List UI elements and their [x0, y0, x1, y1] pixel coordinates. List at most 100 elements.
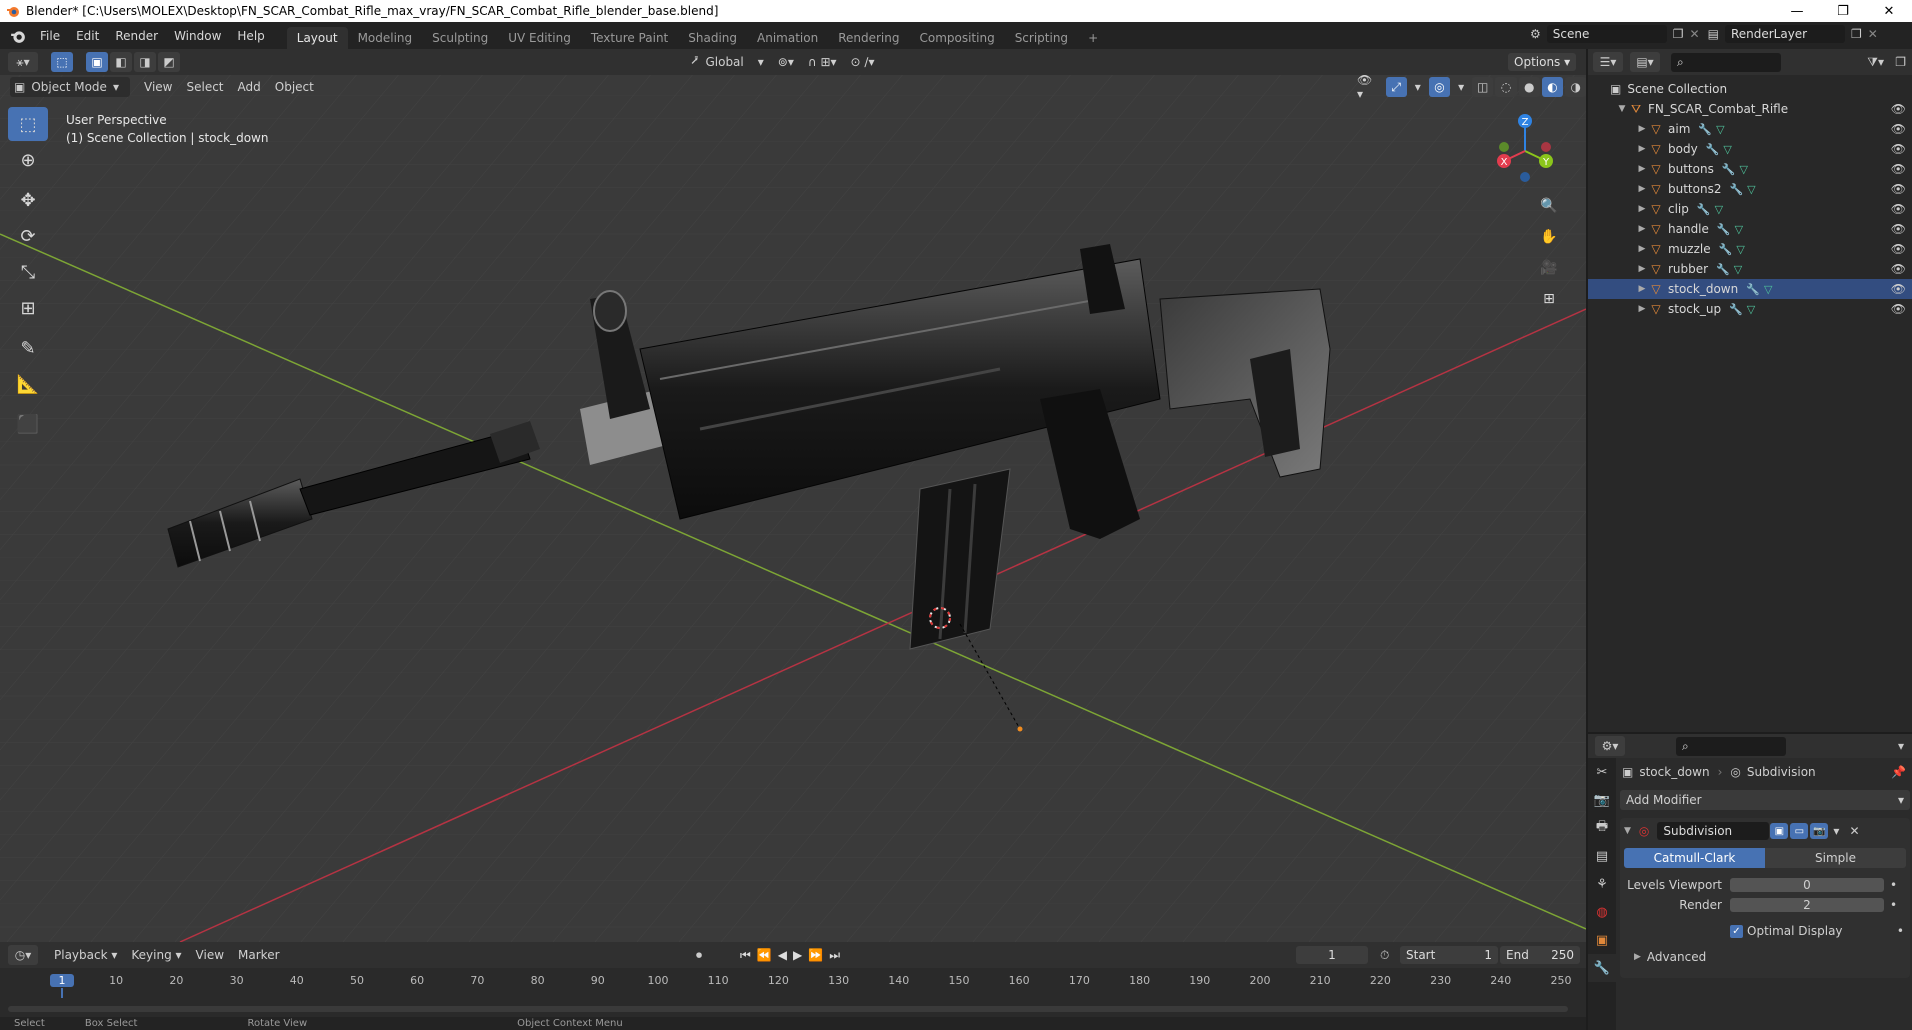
- modifier-icon[interactable]: 🔧: [1716, 263, 1730, 276]
- menu-marker[interactable]: Marker: [231, 946, 286, 964]
- gizmo-toggle-icon[interactable]: ⤢: [1385, 77, 1407, 97]
- expand-icon[interactable]: ▶: [1636, 164, 1648, 174]
- chevron-down-icon[interactable]: ▾: [1898, 739, 1904, 753]
- mesh-data-icon[interactable]: ▽: [1747, 183, 1755, 196]
- scene-collection-row[interactable]: ▣ Scene Collection: [1588, 79, 1912, 99]
- close-button[interactable]: ✕: [1866, 0, 1912, 22]
- chevron-down-icon[interactable]: ▾: [1408, 78, 1428, 96]
- tab-uv-editing[interactable]: UV Editing: [498, 27, 581, 49]
- select-new-icon[interactable]: ▣: [86, 52, 108, 72]
- mesh-data-icon[interactable]: ▽: [1747, 303, 1755, 316]
- chevron-down-icon[interactable]: ▾: [1451, 78, 1471, 96]
- render-tab-icon[interactable]: 📷: [1588, 786, 1616, 814]
- editor-type-icon[interactable]: ⚙▾: [1595, 736, 1625, 756]
- expand-icon[interactable]: ▶: [1636, 284, 1648, 294]
- outliner-object-row[interactable]: ▶ ▽ rubber 🔧 ▽ 👁: [1588, 259, 1912, 279]
- delete-view-layer-icon[interactable]: ✕: [1868, 27, 1878, 41]
- levels-viewport-field[interactable]: 0: [1730, 878, 1884, 892]
- filter-icon[interactable]: ⧩▾: [1867, 55, 1884, 70]
- visibility-icon[interactable]: 👁▾: [1350, 71, 1385, 103]
- render-levels-field[interactable]: 2: [1730, 898, 1884, 912]
- tab-sculpting[interactable]: Sculpting: [422, 27, 498, 49]
- eye-icon[interactable]: 👁: [1891, 142, 1906, 156]
- simple-button[interactable]: Simple: [1765, 848, 1906, 868]
- editor-type-icon[interactable]: ⚹▾: [8, 52, 38, 72]
- mesh-data-icon[interactable]: ▽: [1740, 163, 1748, 176]
- menu-edit[interactable]: Edit: [68, 29, 107, 43]
- tab-compositing[interactable]: Compositing: [909, 27, 1004, 49]
- modifier-icon[interactable]: 🔧: [1719, 243, 1733, 256]
- expand-icon[interactable]: ▶: [1636, 224, 1648, 234]
- properties-search-input[interactable]: ⌕: [1676, 736, 1786, 756]
- transform-orientation-dropdown[interactable]: Global: [698, 53, 750, 71]
- perspective-toggle-icon[interactable]: ⊞: [1535, 285, 1563, 313]
- eye-icon[interactable]: 👁: [1891, 162, 1906, 176]
- menu-select[interactable]: Select: [179, 78, 230, 96]
- new-scene-icon[interactable]: ❐: [1673, 27, 1684, 41]
- catmull-clark-button[interactable]: Catmull-Clark: [1624, 848, 1765, 868]
- collection-row[interactable]: ▼ ⛛ FN_SCAR_Combat_Rifle 👁: [1588, 99, 1912, 119]
- tab-layout[interactable]: Layout: [286, 27, 348, 49]
- mesh-data-icon[interactable]: ▽: [1734, 263, 1742, 276]
- object-tab-icon[interactable]: ▣: [1588, 926, 1616, 954]
- pan-hand-icon[interactable]: ✋: [1535, 223, 1563, 251]
- eye-icon[interactable]: 👁: [1891, 262, 1906, 276]
- options-dropdown[interactable]: Options ▾: [1508, 53, 1577, 71]
- modifier-icon[interactable]: 🔧: [1706, 143, 1720, 156]
- modifier-icon[interactable]: 🔧: [1717, 223, 1731, 236]
- record-icon[interactable]: ⏺: [696, 948, 702, 963]
- menu-render[interactable]: Render: [107, 29, 166, 43]
- render-toggle-icon[interactable]: 📷: [1810, 823, 1829, 839]
- eye-icon[interactable]: 👁: [1891, 202, 1906, 216]
- menu-keying[interactable]: Keying ▾: [124, 946, 188, 964]
- blender-menu-icon[interactable]: [10, 28, 26, 44]
- modifier-tab-icon[interactable]: 🔧: [1588, 954, 1616, 982]
- mesh-data-icon[interactable]: ▽: [1723, 143, 1731, 156]
- xray-toggle-icon[interactable]: ◫: [1472, 77, 1494, 97]
- keyframe-dot-icon[interactable]: •: [1890, 898, 1897, 912]
- eye-icon[interactable]: 👁: [1891, 222, 1906, 236]
- keyframe-dot-icon[interactable]: •: [1897, 924, 1904, 938]
- tweak-tool-icon[interactable]: ⬚: [51, 52, 73, 72]
- eye-icon[interactable]: 👁: [1891, 102, 1906, 116]
- playhead[interactable]: [61, 988, 63, 998]
- expand-icon[interactable]: ▶: [1636, 264, 1648, 274]
- tool-tab-icon[interactable]: ✂: [1588, 758, 1616, 786]
- new-view-layer-icon[interactable]: ❐: [1851, 27, 1862, 41]
- modifier-icon[interactable]: 🔧: [1722, 163, 1736, 176]
- display-mode-icon[interactable]: ▤▾: [1630, 52, 1660, 72]
- mode-dropdown[interactable]: ▣ Object Mode ▾: [10, 77, 130, 97]
- mesh-data-icon[interactable]: ▽: [1736, 243, 1744, 256]
- modifier-icon[interactable]: 🔧: [1697, 203, 1711, 216]
- timeline-ruler[interactable]: 1 10 20 30 40 50 60 70 80 90 100 110 120 130 140 150 160…: [0, 968, 1586, 998]
- overlay-toggle-icon[interactable]: ◎: [1428, 77, 1451, 97]
- mesh-data-icon[interactable]: ▽: [1764, 283, 1772, 296]
- eye-icon[interactable]: 👁: [1891, 122, 1906, 136]
- chevron-down-icon[interactable]: ▾: [1833, 824, 1839, 838]
- eye-icon[interactable]: 👁: [1891, 302, 1906, 316]
- outliner-object-row[interactable]: ▶ ▽ buttons 🔧 ▽ 👁: [1588, 159, 1912, 179]
- editor-type-icon[interactable]: ◷▾: [8, 945, 38, 965]
- add-modifier-dropdown[interactable]: Add Modifier ▾: [1620, 790, 1910, 810]
- prev-keyframe-icon[interactable]: ⏪: [757, 948, 772, 963]
- modifier-name-field[interactable]: Subdivision: [1657, 822, 1770, 840]
- outliner-object-row[interactable]: ▶ ▽ stock_down 🔧 ▽ 👁: [1588, 279, 1912, 299]
- tab-animation[interactable]: Animation: [747, 27, 828, 49]
- play-icon[interactable]: ▶: [793, 948, 802, 963]
- expand-icon[interactable]: ▶: [1636, 144, 1648, 154]
- optimal-display-checkbox[interactable]: ✓: [1730, 924, 1743, 938]
- menu-view[interactable]: View: [137, 78, 179, 96]
- eye-icon[interactable]: 👁: [1891, 182, 1906, 196]
- jump-end-icon[interactable]: ⏭: [829, 948, 840, 963]
- mesh-data-icon[interactable]: ▽: [1715, 203, 1723, 216]
- snap-icon[interactable]: ∩ ⊞▾: [801, 53, 844, 71]
- expand-icon[interactable]: ▶: [1636, 304, 1648, 314]
- minimize-button[interactable]: —: [1774, 0, 1820, 22]
- viewport-toggle-icon[interactable]: ▭: [1790, 823, 1809, 839]
- outliner-object-row[interactable]: ▶ ▽ muzzle 🔧 ▽ 👁: [1588, 239, 1912, 259]
- proportional-edit-icon[interactable]: ⊙ ∕▾: [844, 53, 882, 71]
- menu-window[interactable]: Window: [166, 29, 229, 43]
- transform-tool-icon[interactable]: ⊞: [8, 291, 48, 325]
- eye-icon[interactable]: 👁: [1891, 282, 1906, 296]
- zoom-icon[interactable]: 🔍: [1535, 192, 1563, 220]
